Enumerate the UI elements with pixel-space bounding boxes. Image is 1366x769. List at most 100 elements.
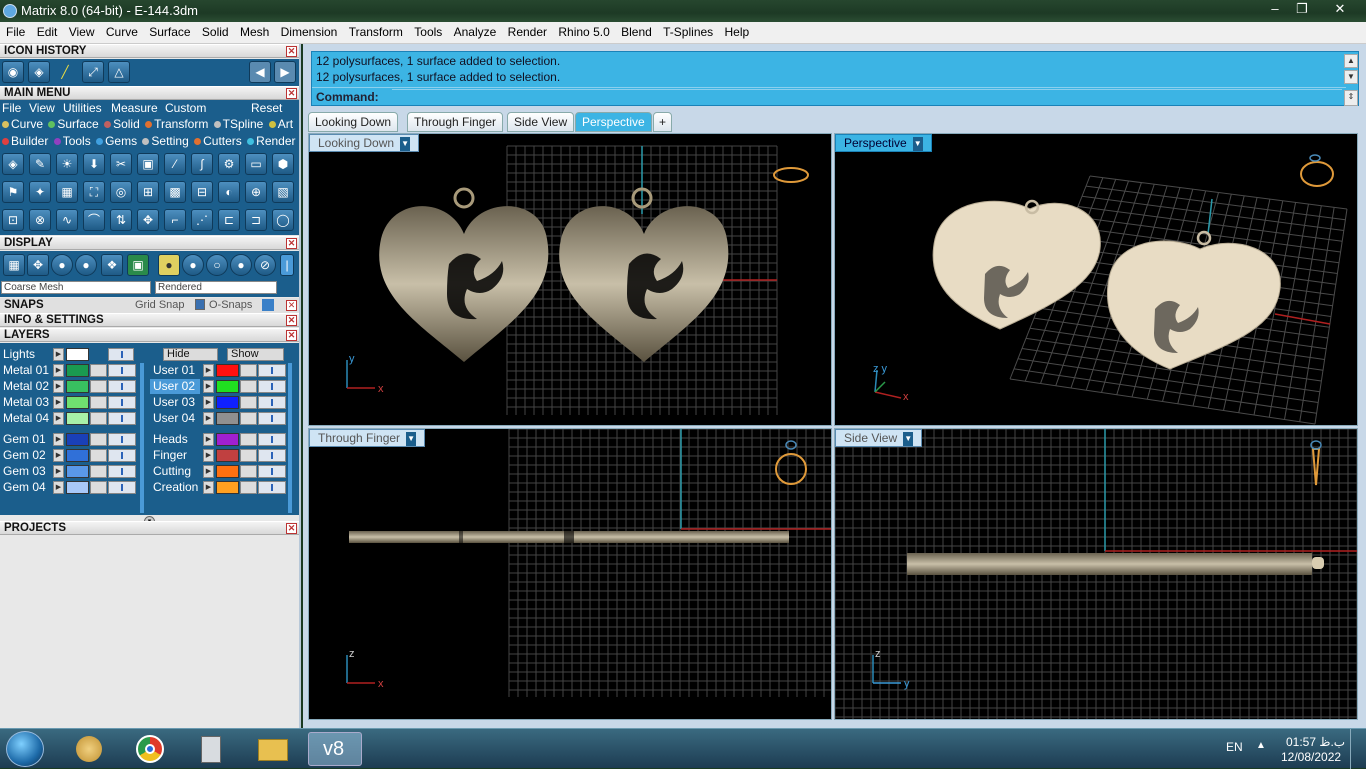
- lock-icon[interactable]: [240, 481, 257, 494]
- mm-reset[interactable]: Reset: [251, 101, 282, 115]
- layer-color-swatch[interactable]: [216, 449, 239, 462]
- shaded-icon[interactable]: ●: [51, 254, 73, 276]
- layer-row[interactable]: Heads ▶: [150, 432, 290, 447]
- matrix-app-icon[interactable]: v8: [308, 732, 362, 766]
- wireframe-icon[interactable]: ▦: [3, 254, 25, 276]
- close-icon[interactable]: ✕: [286, 330, 297, 341]
- lock-icon[interactable]: [90, 412, 107, 425]
- lock-icon[interactable]: [240, 412, 257, 425]
- hex-icon[interactable]: ⬢: [272, 153, 294, 175]
- layer-scrollbar-right[interactable]: [288, 363, 292, 513]
- layer-arrow-icon[interactable]: ▶: [203, 396, 214, 409]
- layer-row[interactable]: Metal 01 ▶: [0, 363, 140, 378]
- dot-box-icon[interactable]: ⊡: [2, 209, 24, 231]
- layer-scrollbar-left[interactable]: [140, 363, 144, 513]
- target-icon[interactable]: ◎: [110, 181, 132, 203]
- layer-row[interactable]: Gem 04 ▶: [0, 480, 140, 495]
- render-mode-select[interactable]: Rendered: [155, 281, 277, 294]
- close-icon[interactable]: ✕: [286, 238, 297, 249]
- layer-color-swatch[interactable]: [216, 364, 239, 377]
- menu-mesh[interactable]: Mesh: [236, 22, 273, 42]
- lights-color[interactable]: [66, 348, 89, 361]
- layer-row[interactable]: Metal 03 ▶: [0, 395, 140, 410]
- grid-icon[interactable]: ▣: [127, 254, 149, 276]
- menu-view[interactable]: View: [65, 22, 99, 42]
- builder-render[interactable]: Render: [245, 134, 296, 148]
- builder-cutters[interactable]: Cutters: [192, 134, 242, 148]
- show-desktop-button[interactable]: [1350, 729, 1366, 769]
- viewport-label-perspective[interactable]: Perspective ▼: [835, 134, 932, 152]
- layer-name[interactable]: Gem 03: [0, 464, 52, 479]
- layer-name[interactable]: Creation: [150, 480, 202, 495]
- menu-transform[interactable]: Transform: [345, 22, 407, 42]
- viewport-label-looking-down[interactable]: Looking Down ▼: [309, 134, 420, 152]
- corner-icon[interactable]: ⌐: [164, 209, 186, 231]
- layer-visibility-toggle[interactable]: [108, 412, 136, 425]
- layer-arrow-icon[interactable]: ▶: [53, 396, 64, 409]
- scale-icon[interactable]: ⤢: [82, 61, 104, 83]
- layer-arrow-icon[interactable]: ▶: [53, 412, 64, 425]
- menu-solid[interactable]: Solid: [198, 22, 233, 42]
- close-icon[interactable]: ✕: [286, 46, 297, 57]
- lock-icon[interactable]: [240, 380, 257, 393]
- lock-icon[interactable]: [90, 465, 107, 478]
- add-tab-button[interactable]: +: [653, 112, 673, 132]
- lock-icon[interactable]: [240, 396, 257, 409]
- layer-row[interactable]: Gem 03 ▶: [0, 464, 140, 479]
- layer-color-swatch[interactable]: [66, 465, 89, 478]
- pattern-icon[interactable]: ▩: [164, 181, 186, 203]
- layer-arrow-icon[interactable]: ▶: [203, 412, 214, 425]
- builder-tools[interactable]: Tools: [52, 134, 91, 148]
- lock-icon[interactable]: [90, 449, 107, 462]
- layer-visibility-toggle[interactable]: [258, 412, 286, 425]
- layer-visibility-toggle[interactable]: [108, 380, 136, 393]
- layer-visibility-toggle[interactable]: [108, 364, 136, 377]
- plus-box-icon[interactable]: ⊞: [137, 181, 159, 203]
- lock-icon[interactable]: [90, 433, 107, 446]
- menu-tsplines[interactable]: T-Splines: [659, 22, 717, 42]
- layer-color-swatch[interactable]: [216, 465, 239, 478]
- grid-icon[interactable]: ▦: [56, 181, 78, 203]
- layer-name[interactable]: Metal 02: [0, 379, 52, 394]
- lock-icon[interactable]: [90, 481, 107, 494]
- viewport-perspective[interactable]: z y x Perspective ▼: [834, 133, 1358, 426]
- layer-arrow-icon[interactable]: ▶: [203, 433, 214, 446]
- builder-transform[interactable]: Transform: [143, 117, 208, 131]
- builder-curve[interactable]: Curve: [0, 117, 43, 131]
- layer-row[interactable]: Finger ▶: [150, 448, 290, 463]
- command-input[interactable]: [392, 89, 1342, 105]
- layer-visibility-toggle[interactable]: [108, 481, 136, 494]
- scroll-up-icon[interactable]: ▲: [1344, 54, 1358, 68]
- layer-color-swatch[interactable]: [66, 433, 89, 446]
- layer-color-swatch[interactable]: [216, 481, 239, 494]
- layer-visibility-toggle[interactable]: [258, 481, 286, 494]
- menu-help[interactable]: Help: [721, 22, 754, 42]
- osnap-toggle[interactable]: O-Snaps: [209, 299, 252, 311]
- cone-icon[interactable]: △: [108, 61, 130, 83]
- layer-row[interactable]: Metal 04 ▶: [0, 411, 140, 426]
- curve-icon[interactable]: ∫: [191, 153, 213, 175]
- layer-row[interactable]: User 04 ▶: [150, 411, 290, 426]
- menu-tools[interactable]: Tools: [410, 22, 446, 42]
- layer-arrow-icon[interactable]: ▶: [203, 465, 214, 478]
- layer-name[interactable]: Cutting: [150, 464, 202, 479]
- tab-perspective[interactable]: Perspective: [575, 112, 652, 132]
- layer-name[interactable]: User 03: [150, 395, 202, 410]
- move-icon[interactable]: ✥: [137, 209, 159, 231]
- menu-file[interactable]: File: [2, 22, 29, 42]
- rect-icon[interactable]: ▭: [245, 153, 267, 175]
- line-icon[interactable]: ╱: [54, 61, 76, 83]
- arc-icon[interactable]: ⌒: [83, 209, 105, 231]
- osnap-checkbox[interactable]: [195, 299, 205, 310]
- layer-color-swatch[interactable]: [66, 481, 89, 494]
- layer-visibility-toggle[interactable]: [108, 396, 136, 409]
- builder-tspline[interactable]: TSpline: [212, 117, 263, 131]
- layer-name[interactable]: Gem 04: [0, 480, 52, 495]
- close-button[interactable]: ✕: [1318, 0, 1362, 18]
- layer-arrow-icon[interactable]: ▶: [53, 465, 64, 478]
- chrome-icon[interactable]: [124, 732, 178, 766]
- rendered-icon[interactable]: ●: [75, 254, 97, 276]
- hide-button[interactable]: Hide: [163, 348, 218, 361]
- minus-box-icon[interactable]: ⊟: [191, 181, 213, 203]
- layer-color-swatch[interactable]: [66, 380, 89, 393]
